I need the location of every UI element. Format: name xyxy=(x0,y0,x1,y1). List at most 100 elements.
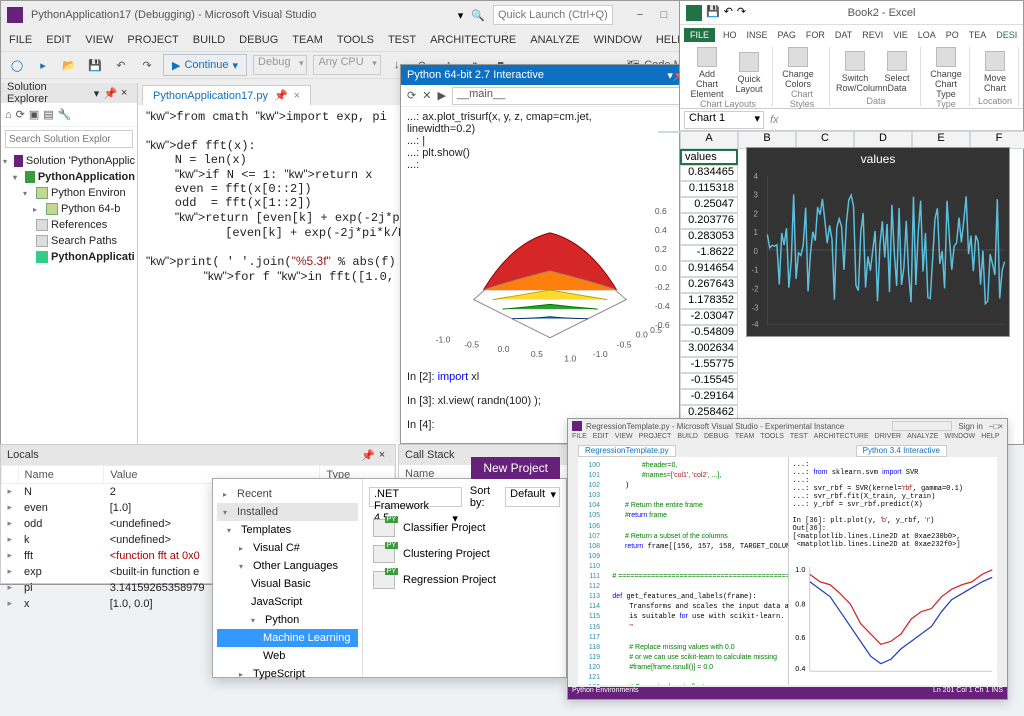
change-colors-button[interactable]: Change Colors xyxy=(779,47,817,89)
pin-icon[interactable]: 📌 xyxy=(274,89,288,102)
template-classifier[interactable]: Classifier Project xyxy=(369,515,560,541)
tree-project[interactable]: ▾PythonApplication xyxy=(3,169,135,185)
save-icon[interactable]: 💾 xyxy=(706,5,720,21)
interactive-output[interactable]: ...: ...: from sklearn.svm import SVR ..… xyxy=(789,457,998,553)
menu-team[interactable]: TEAM xyxy=(292,34,323,46)
close-button[interactable]: × xyxy=(998,422,1003,431)
ml-node[interactable]: Machine Learning xyxy=(217,629,358,647)
menu-item[interactable]: ARCHITECTURE xyxy=(814,433,869,445)
formula-input[interactable] xyxy=(785,112,1023,128)
interactive-tab[interactable]: Python 3.4 Interactive xyxy=(856,445,947,457)
template-clustering[interactable]: Clustering Project xyxy=(369,541,560,567)
tree-search[interactable]: Search Paths xyxy=(3,233,135,249)
tree-refs[interactable]: References xyxy=(3,217,135,233)
quick-launch-input[interactable] xyxy=(493,5,613,25)
close-icon[interactable]: × xyxy=(117,87,131,99)
cell[interactable]: -0.29164 xyxy=(680,389,738,405)
menu-item[interactable]: DEBUG xyxy=(704,433,729,445)
back-icon[interactable]: ◯ xyxy=(7,55,27,75)
save-icon[interactable]: 💾 xyxy=(85,55,105,75)
menu-window[interactable]: WINDOW xyxy=(594,34,642,46)
tab-file[interactable]: FILE xyxy=(684,28,715,42)
editor-tab[interactable]: PythonApplication17.py 📌× xyxy=(142,85,311,105)
tab-review[interactable]: REVI xyxy=(860,30,885,40)
menu-architecture[interactable]: ARCHITECTURE xyxy=(430,34,516,46)
menu-project[interactable]: PROJECT xyxy=(127,34,178,46)
tab-insert[interactable]: INSE xyxy=(745,30,770,40)
run-icon[interactable]: ▶ xyxy=(437,89,445,102)
template-regression[interactable]: Regression Project xyxy=(369,567,560,593)
change-type-button[interactable]: Change Chart Type xyxy=(927,47,965,99)
reset-icon[interactable]: ⟳ xyxy=(407,89,416,102)
cell[interactable]: 1.178352 xyxy=(680,293,738,309)
tree-file[interactable]: PythonApplicati xyxy=(3,249,135,265)
col-header[interactable]: A xyxy=(680,131,738,149)
tab-home[interactable]: HO xyxy=(721,30,739,40)
sort-select[interactable]: Default xyxy=(505,487,560,507)
properties-icon[interactable]: 🔧 xyxy=(58,108,72,121)
cell[interactable]: 0.25047 xyxy=(680,197,738,213)
python-node[interactable]: ▾Python xyxy=(217,611,358,629)
menu-item[interactable]: FILE xyxy=(572,433,587,445)
cell[interactable]: -0.54809 xyxy=(680,325,738,341)
menu-item[interactable]: ANALYZE xyxy=(907,433,938,445)
redo-icon[interactable]: ↷ xyxy=(137,55,157,75)
forward-icon[interactable]: ▸ xyxy=(33,55,53,75)
templates-node[interactable]: ▾Templates xyxy=(217,521,358,539)
tree-solution[interactable]: ▾Solution 'PythonApplic xyxy=(3,153,135,169)
menu-test[interactable]: TEST xyxy=(388,34,416,46)
cell[interactable]: -0.15545 xyxy=(680,373,738,389)
menu-item[interactable]: HELP xyxy=(981,433,999,445)
refresh-icon[interactable]: ⟳ xyxy=(16,108,25,121)
menu-item[interactable]: PROJECT xyxy=(639,433,672,445)
select-data-button[interactable]: Select Data xyxy=(878,51,916,93)
vc-node[interactable]: ▸Visual C# xyxy=(217,539,358,557)
close-tab-icon[interactable]: × xyxy=(294,90,300,102)
menu-file[interactable]: FILE xyxy=(9,34,32,46)
web-node[interactable]: Web xyxy=(217,647,358,665)
cell[interactable]: 0.267643 xyxy=(680,277,738,293)
tree-env[interactable]: ▸Python 64-b xyxy=(3,201,135,217)
redo-icon[interactable]: ↷ xyxy=(737,5,746,21)
move-chart-button[interactable]: Move Chart xyxy=(976,51,1014,93)
fx-icon[interactable]: fx xyxy=(770,114,779,126)
menu-item[interactable]: TEST xyxy=(790,433,808,445)
home-icon[interactable]: ⌂ xyxy=(5,109,12,121)
menu-item[interactable]: TEAM xyxy=(735,433,754,445)
tab-team[interactable]: TEA xyxy=(967,30,989,40)
framework-select[interactable]: .NET Framework 4.5 xyxy=(369,487,462,507)
ts-node[interactable]: ▸TypeScript xyxy=(217,665,358,683)
search-icon[interactable]: 🔍 xyxy=(471,9,485,22)
dropdown-icon[interactable]: ▾ xyxy=(458,9,464,22)
add-chart-element-button[interactable]: Add Chart Element xyxy=(688,47,726,99)
quick-layout-button[interactable]: Quick Layout xyxy=(730,52,768,94)
undo-icon[interactable]: ↶ xyxy=(724,5,733,21)
code-area[interactable]: 100 #header=0, 101 #names=['col1', 'col2… xyxy=(578,457,788,685)
maximize-button[interactable]: □ xyxy=(657,9,671,21)
cell[interactable]: -2.03047 xyxy=(680,309,738,325)
recent-header[interactable]: ▸Recent xyxy=(217,485,358,503)
minimize-button[interactable]: − xyxy=(633,9,647,21)
cell[interactable]: -1.55775 xyxy=(680,357,738,373)
pin-icon[interactable]: 📌 xyxy=(361,449,375,462)
config-select[interactable]: Debug xyxy=(253,55,307,75)
cell[interactable]: 0.914654 xyxy=(680,261,738,277)
menu-view[interactable]: VIEW xyxy=(85,34,113,46)
menu-item[interactable]: WINDOW xyxy=(944,433,975,445)
tab-formulas[interactable]: FOR xyxy=(804,30,827,40)
menu-edit[interactable]: EDIT xyxy=(46,34,71,46)
show-all-icon[interactable]: ▤ xyxy=(43,108,53,121)
dropdown-icon[interactable]: ▾ xyxy=(90,87,104,100)
open-icon[interactable]: 📂 xyxy=(59,55,79,75)
cell[interactable]: 3.002634 xyxy=(680,341,738,357)
quick-launch-input[interactable] xyxy=(892,421,952,431)
pin-icon[interactable]: 📌 xyxy=(103,87,117,100)
platform-select[interactable]: Any CPU xyxy=(313,55,380,75)
menu-build[interactable]: BUILD xyxy=(193,34,225,46)
editor-tab[interactable]: RegressionTemplate.py xyxy=(578,445,676,457)
cell[interactable]: 0.115318 xyxy=(680,181,738,197)
continue-button[interactable]: ▶ Continue ▾ xyxy=(163,54,247,76)
cell[interactable]: 0.203776 xyxy=(680,213,738,229)
menu-item[interactable]: VIEW xyxy=(615,433,633,445)
menu-analyze[interactable]: ANALYZE xyxy=(530,34,579,46)
